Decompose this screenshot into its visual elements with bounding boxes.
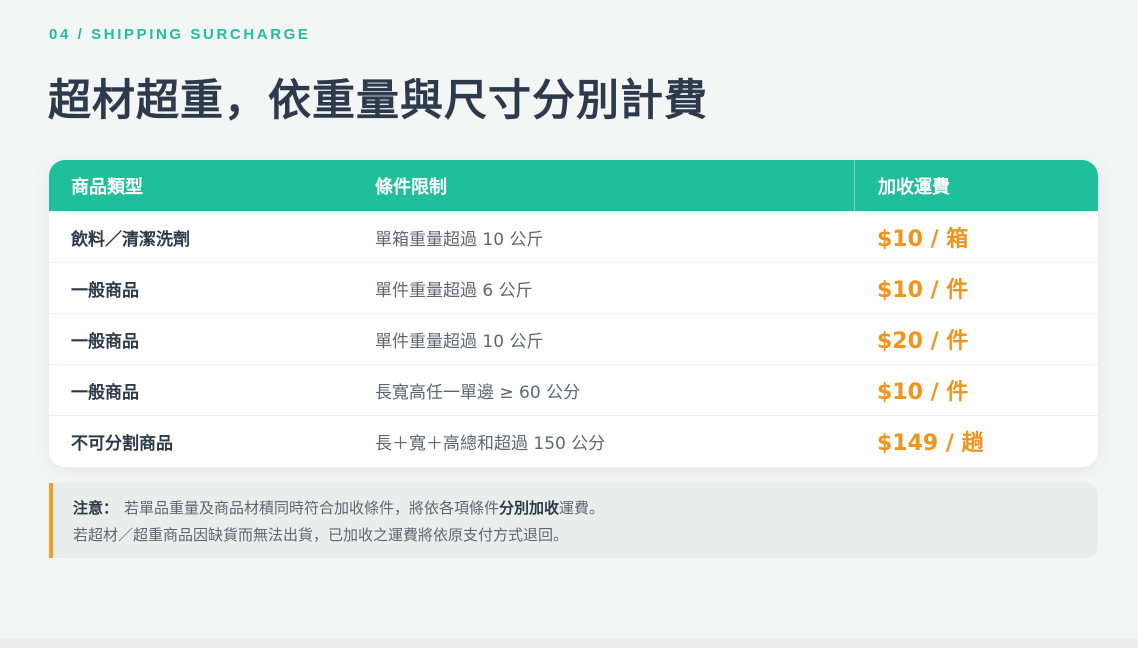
fee-cell: $10 / 件 — [877, 278, 969, 303]
fee-cell: $149 / 趟 — [877, 431, 984, 456]
table-row: 不可分割商品 長＋寬＋高總和超過 150 公分 $149 / 趟 — [49, 415, 1098, 466]
product-type-cell: 一般商品 — [71, 382, 139, 403]
notice-text-after: 運費。 — [559, 499, 605, 517]
condition-cell: 單箱重量超過 10 公斤 — [375, 229, 544, 250]
page-title: 超材超重，依重量與尺寸分別計費 — [48, 76, 708, 126]
column-header-fee: 加收運費 — [854, 160, 1098, 211]
fee-cell: $10 / 箱 — [877, 227, 969, 252]
product-type-cell: 一般商品 — [71, 280, 139, 301]
column-header-condition: 條件限制 — [375, 176, 447, 198]
condition-cell: 長＋寬＋高總和超過 150 公分 — [375, 433, 606, 454]
condition-cell: 單件重量超過 6 公斤 — [375, 280, 533, 301]
product-type-cell: 一般商品 — [71, 331, 139, 352]
fee-cell: $20 / 件 — [877, 329, 969, 354]
condition-cell: 單件重量超過 10 公斤 — [375, 331, 544, 352]
column-header-type: 商品類型 — [71, 176, 143, 198]
fee-cell: $10 / 件 — [877, 380, 969, 405]
product-type-cell: 不可分割商品 — [71, 433, 173, 454]
table-row: 一般商品 單件重量超過 6 公斤 $10 / 件 — [49, 262, 1098, 313]
table-row: 一般商品 單件重量超過 10 公斤 $20 / 件 — [49, 313, 1098, 364]
table-row: 一般商品 長寬高任一單邊 ≥ 60 公分 $10 / 件 — [49, 364, 1098, 415]
notice-label: 注意： — [73, 499, 119, 517]
notice-line-2: 若超材／超重商品因缺貨而無法出貨，已加收之運費將依原支付方式退回。 — [73, 526, 569, 544]
section-eyebrow: 04 / SHIPPING SURCHARGE — [49, 26, 311, 43]
bottom-divider — [0, 638, 1138, 648]
condition-cell: 長寬高任一單邊 ≥ 60 公分 — [375, 382, 581, 403]
notice-line-1: 注意： 若單品重量及商品材積同時符合加收條件，將依各項條件分別加收運費。 — [73, 495, 1098, 522]
notice-emphasis: 分別加收 — [499, 499, 560, 517]
table-row: 飲料／清潔洗劑 單箱重量超過 10 公斤 $10 / 箱 — [49, 211, 1098, 262]
notice-text-before: 若單品重量及商品材積同時符合加收條件，將依各項條件 — [124, 499, 500, 517]
surcharge-table: 商品類型 條件限制 加收運費 飲料／清潔洗劑 單箱重量超過 10 公斤 $10 … — [49, 160, 1098, 467]
notice-box: 注意： 若單品重量及商品材積同時符合加收條件，將依各項條件分別加收運費。 若超材／… — [49, 483, 1098, 558]
table-header: 商品類型 條件限制 加收運費 — [49, 160, 1098, 211]
product-type-cell: 飲料／清潔洗劑 — [71, 229, 190, 250]
